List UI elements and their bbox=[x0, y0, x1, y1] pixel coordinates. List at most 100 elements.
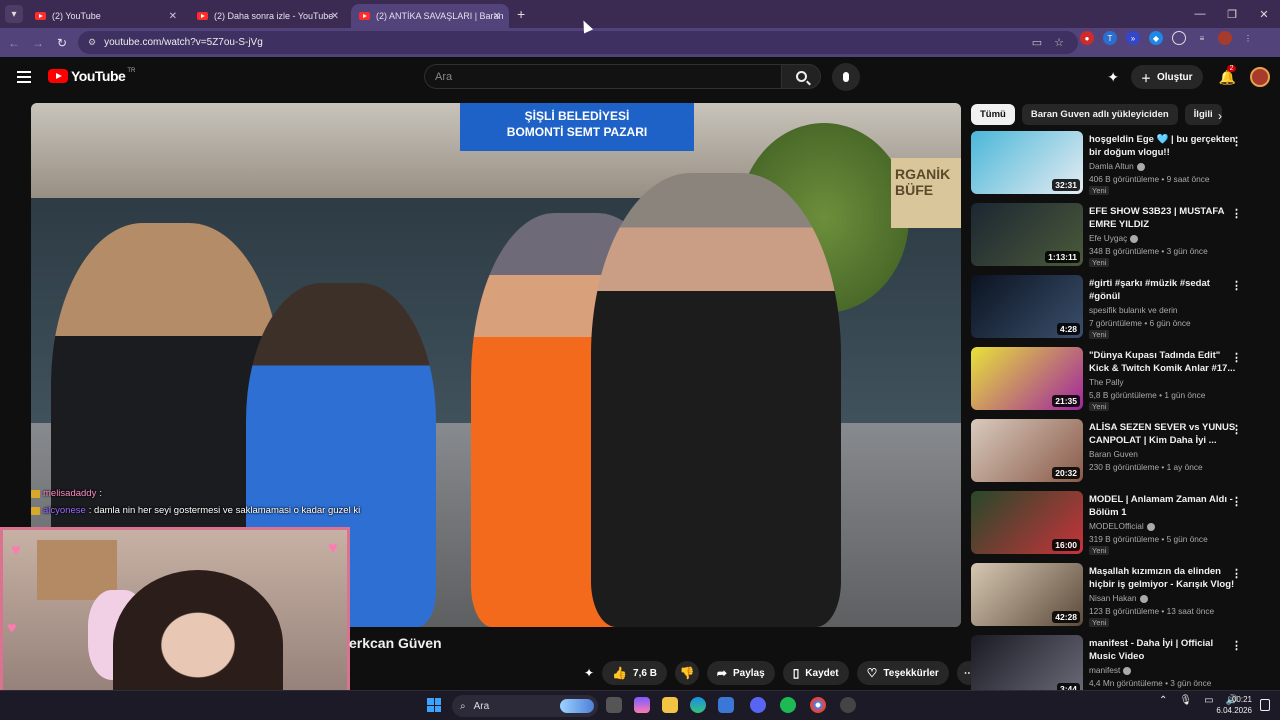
sparkle-icon[interactable]: ✦ bbox=[584, 666, 594, 680]
channel-name[interactable]: manifest bbox=[1089, 665, 1132, 675]
profile-avatar[interactable] bbox=[1218, 31, 1232, 45]
recommended-video[interactable]: 16:00 MODEL | Anlamam Zaman Aldı - Bölüm … bbox=[971, 491, 1261, 555]
recommended-video[interactable]: 20:32 ALİSA SEZEN SEVER vs YUNUS CANPOLAT… bbox=[971, 419, 1261, 483]
channel-name[interactable]: The Pally bbox=[1089, 377, 1124, 387]
search-button[interactable] bbox=[781, 64, 821, 89]
copilot-icon[interactable] bbox=[634, 697, 650, 713]
chrome-icon[interactable] bbox=[810, 697, 826, 713]
close-tab-icon[interactable]: ✕ bbox=[493, 11, 501, 22]
more-vertical-icon[interactable]: ⋮ bbox=[1231, 135, 1242, 148]
notification-center-icon[interactable] bbox=[1260, 699, 1270, 711]
more-vertical-icon[interactable]: ⋮ bbox=[1231, 279, 1242, 292]
vpn-extension-icon[interactable]: ◆ bbox=[1149, 31, 1163, 45]
video-title[interactable]: Maşallah kızımızın da elinden hiçbir iş … bbox=[1089, 565, 1239, 591]
gaming-controller-icon[interactable]: ✦ bbox=[1107, 69, 1119, 86]
recommended-video[interactable]: 1:13:11 EFE SHOW S3B23 | MUSTAFA EMRE YIL… bbox=[971, 203, 1261, 267]
recommended-video[interactable]: 32:31 hoşgeldin Ege 🩵 | bu gerçekten bir … bbox=[971, 131, 1261, 195]
back-icon[interactable]: ← bbox=[2, 36, 26, 50]
video-title[interactable]: #girti #şarkı #müzik #sedat #gönül bbox=[1089, 277, 1239, 303]
dislike-button[interactable]: 👎 bbox=[674, 661, 699, 685]
video-title[interactable]: manifest - Daha İyi | Official Music Vid… bbox=[1089, 637, 1239, 663]
translate-extension-icon[interactable]: T bbox=[1103, 31, 1117, 45]
like-button[interactable]: 👍 7,6 B bbox=[602, 661, 667, 685]
recommended-video[interactable]: 42:28 Maşallah kızımızın da elinden hiçbi… bbox=[971, 563, 1261, 627]
notifications-button[interactable]: 🔔 2 bbox=[1219, 64, 1237, 86]
extension-icon[interactable]: ● bbox=[1080, 31, 1094, 45]
close-window-icon[interactable]: ✕ bbox=[1248, 8, 1280, 21]
channel-name[interactable]: Damla Altun bbox=[1089, 161, 1145, 171]
save-button[interactable]: ▯ Kaydet bbox=[782, 661, 849, 685]
video-thumbnail[interactable]: 42:28 bbox=[971, 563, 1083, 626]
new-tab-icon[interactable]: + bbox=[517, 6, 525, 22]
chevron-right-icon[interactable]: › bbox=[1218, 109, 1222, 123]
video-thumbnail[interactable]: 4:28 bbox=[971, 275, 1083, 338]
search-input[interactable]: Ara bbox=[424, 64, 781, 89]
youtube-logo[interactable]: YouTube TR bbox=[48, 68, 135, 84]
channel-name[interactable]: spesifik bulanık ve derin bbox=[1089, 305, 1178, 315]
channel-name[interactable]: Nisan Hakan bbox=[1089, 593, 1148, 603]
extension-icon[interactable]: » bbox=[1126, 31, 1140, 45]
tab-youtube-home[interactable]: (2) YouTube ✕ bbox=[27, 4, 185, 28]
video-thumbnail[interactable]: 20:32 bbox=[971, 419, 1083, 482]
network-icon[interactable]: ▭ bbox=[1204, 695, 1213, 706]
task-view-icon[interactable] bbox=[606, 697, 622, 713]
minimize-icon[interactable]: — bbox=[1184, 8, 1216, 20]
voice-search-button[interactable] bbox=[832, 63, 860, 91]
reading-list-icon[interactable]: ≡ bbox=[1195, 31, 1209, 45]
channel-name[interactable]: MODELOfficial bbox=[1089, 521, 1155, 531]
more-vertical-icon[interactable]: ⋮ bbox=[1231, 351, 1242, 364]
channel-name[interactable]: Baran Guven bbox=[1089, 449, 1138, 459]
video-title[interactable]: ALİSA SEZEN SEVER vs YUNUS CANPOLAT | Ki… bbox=[1089, 421, 1239, 447]
video-title[interactable]: MODEL | Anlamam Zaman Aldı - Bölüm 1 bbox=[1089, 493, 1239, 519]
forward-icon[interactable]: → bbox=[26, 36, 50, 50]
recommended-video[interactable]: 4:28 #girti #şarkı #müzik #sedat #gönül sp… bbox=[971, 275, 1261, 339]
create-button[interactable]: ＋ Oluştur bbox=[1131, 65, 1203, 89]
video-thumbnail[interactable]: 32:31 bbox=[971, 131, 1083, 194]
more-vertical-icon[interactable]: ⋮ bbox=[1231, 567, 1242, 580]
cast-icon[interactable]: ▭ bbox=[1032, 36, 1042, 49]
tab-search-button[interactable]: ▾ bbox=[5, 5, 23, 23]
system-clock[interactable]: 00:21 6.04.2026 bbox=[1216, 694, 1252, 716]
video-thumbnail[interactable]: 21:35 bbox=[971, 347, 1083, 410]
edge-icon[interactable] bbox=[690, 697, 706, 713]
discord-icon[interactable] bbox=[750, 697, 766, 713]
account-avatar[interactable] bbox=[1250, 67, 1270, 87]
chip-from-uploader[interactable]: Baran Guven adlı yükleyiciden bbox=[1021, 103, 1178, 125]
thanks-button[interactable]: ♡ Teşekkürler bbox=[856, 661, 949, 685]
video-thumbnail[interactable]: 3:44 bbox=[971, 635, 1083, 698]
close-tab-icon[interactable]: ✕ bbox=[169, 11, 177, 22]
chip-related[interactable]: İlgili bbox=[1184, 103, 1222, 125]
more-vertical-icon[interactable]: ⋮ bbox=[1231, 495, 1242, 508]
windows-start-icon[interactable] bbox=[427, 698, 441, 712]
recommended-video[interactable]: 21:35 "Dünya Kupası Tadında Edit" Kick & … bbox=[971, 347, 1261, 411]
more-vertical-icon[interactable]: ⋮ bbox=[1231, 207, 1242, 220]
browser-menu-icon[interactable]: ⋮ bbox=[1241, 31, 1255, 45]
taskbar-search[interactable]: ⌕ Ara bbox=[452, 695, 598, 717]
video-title[interactable]: "Dünya Kupası Tadında Edit" Kick & Twitc… bbox=[1089, 349, 1239, 375]
spotify-icon[interactable] bbox=[780, 697, 796, 713]
more-vertical-icon[interactable]: ⋮ bbox=[1231, 423, 1242, 436]
tab-current-video[interactable]: (2) ANTİKA SAVAŞLARI | Baran ✕ bbox=[351, 4, 509, 28]
chip-all[interactable]: Tümü bbox=[971, 103, 1015, 125]
extensions-puzzle-icon[interactable] bbox=[1172, 31, 1186, 45]
hamburger-menu-icon[interactable] bbox=[17, 71, 31, 83]
tab-watch-later[interactable]: (2) Daha sonra izle - YouTube ✕ bbox=[189, 4, 347, 28]
chevron-up-icon[interactable]: ⌃ bbox=[1159, 695, 1167, 706]
address-bar[interactable]: ⚙ youtube.com/watch?v=5Z7ou-S-jVg ▭ ☆ bbox=[78, 31, 1078, 54]
app-icon[interactable] bbox=[840, 697, 856, 713]
video-title[interactable]: hoşgeldin Ege 🩵 | bu gerçekten bir doğum… bbox=[1089, 133, 1239, 159]
share-button[interactable]: ➦ Paylaş bbox=[706, 661, 775, 685]
file-explorer-icon[interactable] bbox=[662, 697, 678, 713]
video-thumbnail[interactable]: 1:13:11 bbox=[971, 203, 1083, 266]
close-tab-icon[interactable]: ✕ bbox=[331, 11, 339, 22]
store-icon[interactable] bbox=[718, 697, 734, 713]
bookmark-star-icon[interactable]: ☆ bbox=[1054, 36, 1064, 49]
microphone-tray-icon[interactable]: 🎙 bbox=[1179, 695, 1192, 706]
channel-name[interactable]: Efe Uygaç bbox=[1089, 233, 1139, 243]
video-thumbnail[interactable]: 16:00 bbox=[971, 491, 1083, 554]
site-info-icon[interactable]: ⚙ bbox=[88, 37, 96, 48]
restore-icon[interactable]: ❐ bbox=[1216, 8, 1248, 21]
reload-icon[interactable]: ↻ bbox=[50, 36, 74, 50]
more-vertical-icon[interactable]: ⋮ bbox=[1231, 639, 1242, 652]
video-title[interactable]: EFE SHOW S3B23 | MUSTAFA EMRE YILDIZ bbox=[1089, 205, 1239, 231]
